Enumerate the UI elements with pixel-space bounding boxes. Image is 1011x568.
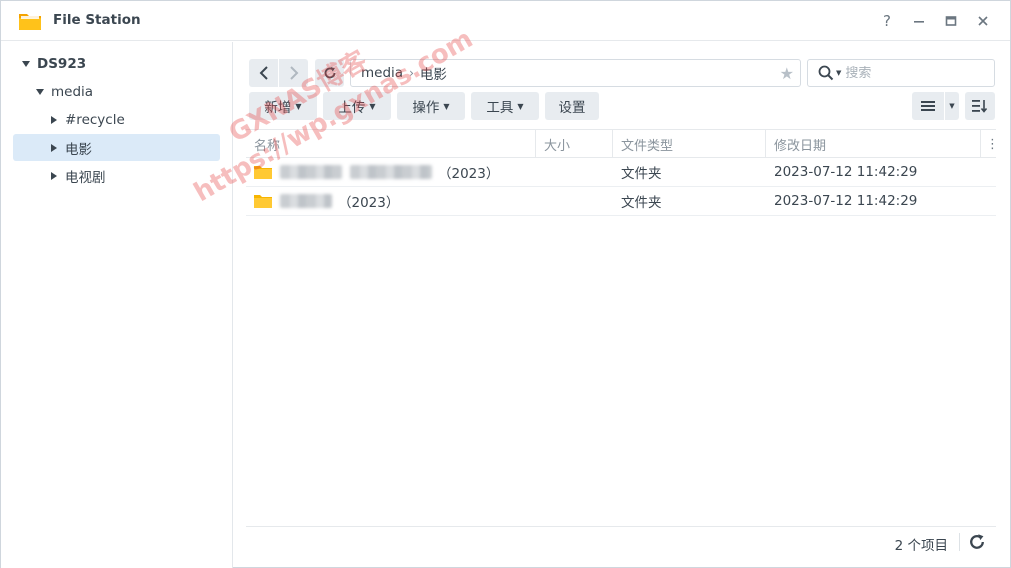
chevron-right-icon — [289, 66, 298, 80]
close-icon — [978, 16, 988, 26]
collapsed-icon — [49, 115, 59, 125]
file-name-suffix: （2023） — [338, 195, 400, 211]
settings-button-label: 设置 — [558, 100, 586, 116]
favorite-star-icon[interactable]: ★ — [780, 64, 794, 83]
minimize-icon — [914, 21, 924, 23]
sort-icon — [972, 100, 988, 113]
upload-button[interactable]: 上传 ▼ — [323, 92, 391, 120]
create-button-label: 新增 — [264, 100, 292, 116]
search-box[interactable]: ▼ — [807, 59, 995, 87]
status-bar: 2 个项目 — [246, 526, 996, 556]
title-bar: File Station ? — [1, 1, 1010, 41]
file-table-header: 名称 大小 文件类型 修改日期 ⋮ — [246, 129, 999, 158]
file-name-suffix: （2023） — [438, 166, 500, 182]
tree-label: DS923 — [37, 55, 87, 72]
folder-icon — [254, 195, 272, 208]
table-row[interactable]: （2023） 文件夹 2023-07-12 11:42:29 — [246, 158, 996, 187]
minimize-button[interactable] — [909, 11, 929, 31]
file-modified-cell: 2023-07-12 11:42:29 — [774, 193, 918, 209]
refresh-icon — [324, 67, 335, 79]
maximize-icon — [945, 16, 957, 26]
path-bar[interactable]: media › 电影 ★ — [350, 59, 801, 87]
caret-down-icon: ▼ — [369, 101, 376, 111]
search-icon — [818, 65, 834, 81]
upload-button-label: 上传 — [338, 100, 366, 116]
list-view-icon — [921, 101, 935, 111]
table-row[interactable]: （2023） 文件夹 2023-07-12 11:42:29 — [246, 187, 996, 216]
caret-down-icon: ▼ — [517, 101, 524, 111]
redacted-name — [280, 165, 342, 179]
caret-down-icon: ▼ — [949, 102, 955, 110]
path-segment-movies[interactable]: 电影 — [420, 63, 447, 83]
tree-item-ds923[interactable]: DS923 — [21, 50, 86, 77]
file-modified-cell: 2023-07-12 11:42:29 — [774, 164, 918, 180]
file-station-app-icon — [19, 14, 41, 30]
caret-down-icon: ▼ — [443, 101, 450, 111]
tree-item-recycle[interactable]: #recycle — [49, 106, 125, 133]
help-button[interactable]: ? — [877, 11, 897, 31]
sort-button[interactable] — [965, 92, 995, 120]
item-count: 2 个项目 — [894, 538, 948, 554]
collapsed-icon — [49, 143, 59, 153]
file-type-cell: 文件夹 — [621, 195, 662, 211]
tree-label: 电影 — [65, 141, 92, 158]
tree-label: 电视剧 — [65, 169, 106, 186]
maximize-button[interactable] — [941, 11, 961, 31]
status-divider — [959, 533, 960, 551]
sidebar: DS923 media #recycle 电影 电视剧 — [1, 42, 233, 568]
window-title: File Station — [53, 12, 141, 28]
caret-down-icon: ▼ — [295, 101, 302, 111]
back-button[interactable] — [249, 59, 278, 87]
path-segment-media[interactable]: media — [361, 65, 403, 81]
path-separator-icon: › — [409, 66, 414, 80]
close-button[interactable] — [973, 11, 993, 31]
search-dropdown-icon[interactable]: ▼ — [836, 69, 841, 77]
column-header-size[interactable]: 大小 — [536, 130, 613, 158]
tree-label: #recycle — [65, 111, 125, 128]
chevron-left-icon — [259, 66, 268, 80]
file-station-window: File Station ? DS923 media #recycle 电影 电… — [0, 0, 1011, 568]
collapsed-icon — [49, 171, 59, 181]
view-mode-button[interactable] — [912, 92, 944, 120]
tree-item-media[interactable]: media — [35, 78, 93, 105]
column-options-icon[interactable]: ⋮ — [981, 130, 999, 158]
refresh-button[interactable] — [315, 59, 344, 87]
action-button[interactable]: 操作 ▼ — [397, 92, 465, 120]
view-mode-dropdown[interactable]: ▼ — [945, 92, 959, 120]
settings-button[interactable]: 设置 — [545, 92, 599, 120]
expanded-icon — [21, 59, 31, 69]
tools-button-label: 工具 — [486, 100, 514, 116]
expanded-icon — [35, 87, 45, 97]
tree-item-movies[interactable]: 电影 — [13, 134, 220, 161]
search-input[interactable] — [845, 65, 986, 81]
redacted-name — [280, 194, 332, 208]
file-name-cell: （2023） — [254, 158, 536, 186]
file-name-cell: （2023） — [254, 187, 536, 215]
column-header-modified[interactable]: 修改日期 — [766, 130, 981, 158]
tree-label: media — [51, 83, 94, 100]
column-header-name[interactable]: 名称 — [246, 130, 536, 158]
file-type-cell: 文件夹 — [621, 166, 662, 182]
tree-item-tv-shows[interactable]: 电视剧 — [49, 162, 106, 189]
create-button[interactable]: 新增 ▼ — [249, 92, 317, 120]
redacted-name — [350, 165, 432, 179]
action-button-label: 操作 — [412, 100, 440, 116]
refresh-icon[interactable] — [968, 533, 986, 551]
tools-button[interactable]: 工具 ▼ — [471, 92, 539, 120]
folder-icon — [254, 166, 272, 179]
column-header-type[interactable]: 文件类型 — [613, 130, 766, 158]
forward-button[interactable] — [279, 59, 308, 87]
